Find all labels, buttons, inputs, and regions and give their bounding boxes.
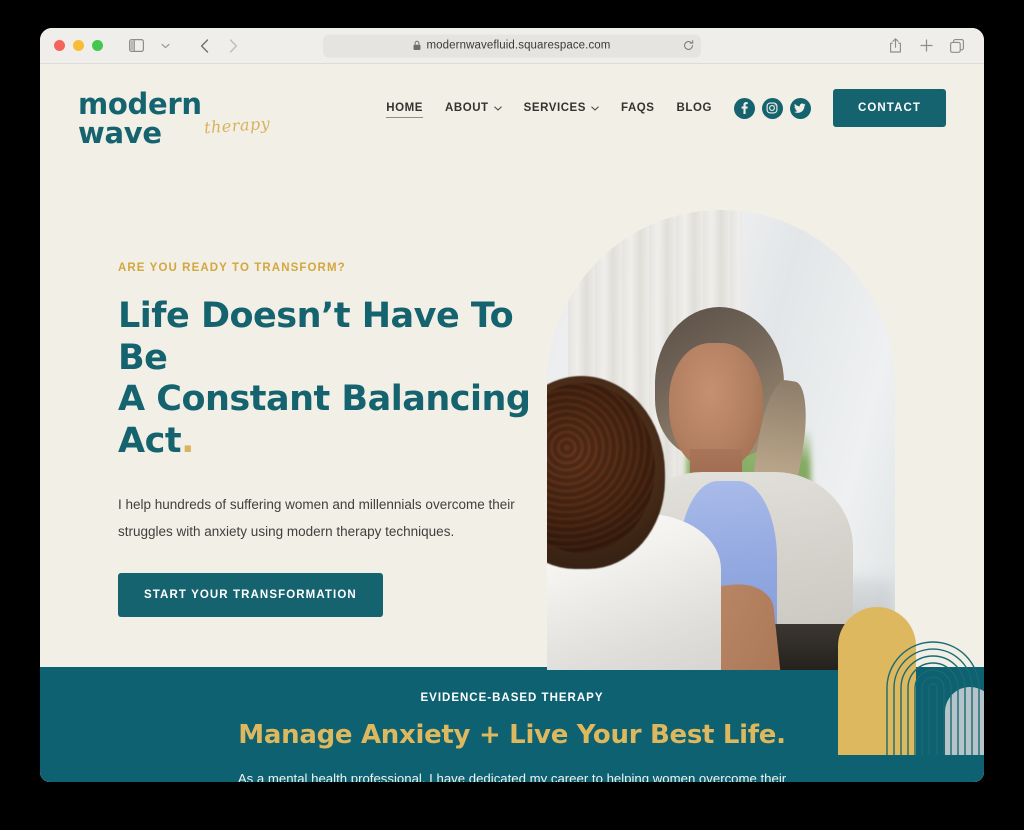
hero-section: ARE YOU READY TO TRANSFORM? Life Doesn’t…: [40, 152, 984, 755]
reload-icon[interactable]: [683, 40, 694, 51]
hero-paragraph: I help hundreds of suffering women and m…: [118, 496, 515, 539]
nav-label: SERVICES: [523, 102, 586, 114]
back-arrow-icon[interactable]: [191, 34, 217, 58]
maximize-window-button[interactable]: [92, 40, 103, 51]
twitter-icon[interactable]: [789, 97, 811, 119]
toolbar-right-group: [882, 34, 970, 58]
nav-label: HOME: [386, 102, 423, 114]
forward-arrow-icon[interactable]: [220, 34, 246, 58]
nav-item-faqs[interactable]: FAQS: [621, 98, 655, 118]
section-paragraph: As a mental health professional, I have …: [237, 771, 787, 782]
plus-icon[interactable]: [913, 34, 939, 58]
headline-line-3: Act: [118, 420, 182, 461]
lock-icon: [413, 40, 421, 51]
tabs-overview-icon[interactable]: [944, 34, 970, 58]
sidebar-toggle-icon[interactable]: [123, 34, 149, 58]
nav-item-services[interactable]: SERVICES: [524, 98, 599, 118]
share-icon[interactable]: [882, 34, 908, 58]
url-text: modernwavefluid.squarespace.com: [426, 39, 611, 52]
nav-item-home[interactable]: HOME: [386, 98, 423, 118]
social-links: [733, 97, 811, 119]
toolbar-left-group: [123, 34, 246, 58]
site-logo[interactable]: modern wave therapy: [76, 80, 276, 148]
nav-item-about[interactable]: ABOUT: [445, 98, 502, 118]
browser-window: modernwavefluid.squarespace.com modern w…: [40, 28, 984, 782]
hero-eyebrow: ARE YOU READY TO TRANSFORM?: [118, 262, 346, 274]
chevron-down-icon: [591, 105, 599, 111]
headline-line-1: Life Doesn’t Have To Be: [118, 296, 514, 378]
address-bar-container: modernwavefluid.squarespace.com: [323, 34, 701, 57]
nav-item-blog[interactable]: BLOG: [677, 98, 712, 118]
decorative-line-arches: [885, 640, 981, 755]
hero-image: [547, 210, 895, 670]
nav-label: BLOG: [676, 102, 712, 114]
close-window-button[interactable]: [54, 40, 65, 51]
hero-copy: ARE YOU READY TO TRANSFORM? Life Doesn’t…: [118, 262, 538, 617]
window-controls: [54, 40, 103, 51]
start-your-transformation-button[interactable]: START YOUR TRANSFORMATION: [118, 572, 383, 617]
nav-label: ABOUT: [445, 102, 489, 114]
webpage-viewport: modern wave therapy HOME ABOUT SERVICES …: [40, 64, 984, 782]
chevron-down-icon[interactable]: [152, 34, 178, 58]
primary-navigation: HOME ABOUT SERVICES FAQS BLOG CONTACT: [386, 89, 946, 127]
facebook-icon[interactable]: [733, 97, 755, 119]
address-bar[interactable]: modernwavefluid.squarespace.com: [323, 34, 701, 57]
site-header: modern wave therapy HOME ABOUT SERVICES …: [40, 64, 984, 152]
nav-label: FAQS: [621, 102, 655, 114]
hero-headline: Life Doesn’t Have To Be A Constant Balan…: [118, 296, 538, 463]
section-heading-dot: .: [776, 720, 786, 750]
headline-line-2: A Constant Balancing: [118, 379, 531, 420]
section-heading-text: Manage Anxiety + Live Your Best Life: [238, 720, 777, 750]
headline-accent-dot: .: [181, 420, 194, 461]
browser-toolbar: modernwavefluid.squarespace.com: [40, 28, 984, 64]
instagram-icon[interactable]: [761, 97, 783, 119]
minimize-window-button[interactable]: [73, 40, 84, 51]
contact-button[interactable]: CONTACT: [832, 89, 946, 127]
therapy-session-photo: [547, 210, 895, 670]
chevron-down-icon: [493, 105, 502, 111]
